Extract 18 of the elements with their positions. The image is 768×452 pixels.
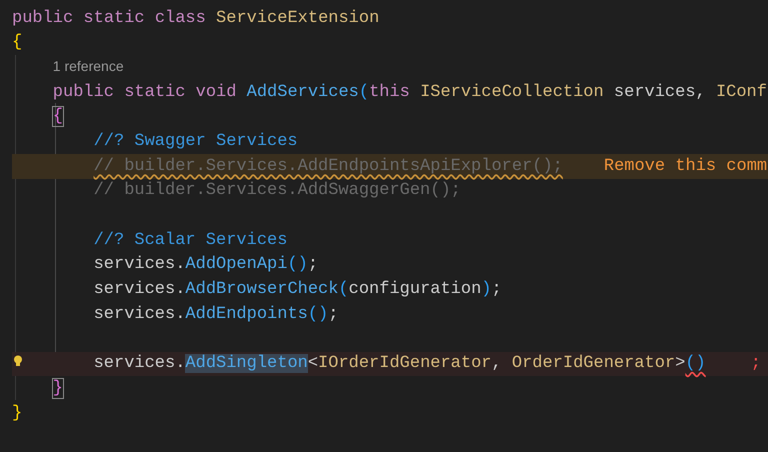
- code-line: services.AddOpenApi();: [94, 254, 318, 276]
- code-line: services.AddBrowserCheck(configuration);: [94, 279, 502, 302]
- code-line: public static void AddServices(this IServiceCollection services, IConf: [52, 82, 767, 104]
- code-line: }: [12, 402, 22, 425]
- code-line: // builder.Services.AddSwaggerGen();: [94, 180, 461, 202]
- code-line: {: [52, 106, 63, 128]
- inline-hint: ;: [750, 353, 761, 376]
- lightbulb-icon[interactable]: [13, 354, 23, 367]
- code-line: services.AddSingleton<IOrderIdGenerator, OrderIdGenerator>(): [94, 353, 706, 376]
- inline-hint: Remove this comm: [604, 156, 768, 178]
- code-line: //? Scalar Services: [94, 230, 288, 252]
- code-line: {: [12, 32, 22, 54]
- code-line: services.AddEndpoints();: [94, 304, 338, 326]
- codelens-text[interactable]: 1 reference: [52, 54, 124, 80]
- code-line: //? Swagger Services: [94, 131, 298, 154]
- code-line: }: [52, 378, 63, 400]
- code-line: // builder.Services.AddEndpointsApiExplorer();: [94, 156, 563, 178]
- code-line: public static class ServiceExtension: [12, 8, 380, 30]
